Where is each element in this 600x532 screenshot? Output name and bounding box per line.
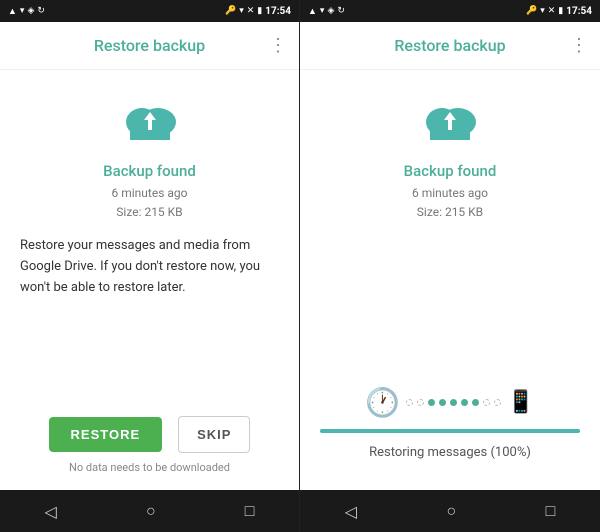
right-sync-icon: ↻: [337, 6, 345, 16]
dot-1: [406, 399, 413, 406]
restoring-label: Restoring messages (100%): [369, 445, 531, 460]
no-download-note: No data needs to be downloaded: [69, 461, 230, 474]
left-menu-icon[interactable]: ⋮: [269, 35, 287, 56]
right-time: 17:54: [566, 6, 592, 17]
right-menu-icon[interactable]: ⋮: [570, 35, 588, 56]
left-recent-icon[interactable]: □: [245, 501, 255, 521]
action-buttons: RESTORE SKIP: [49, 416, 251, 453]
progress-bar-fill: [320, 429, 580, 433]
right-phone-screen: ▲ ▾ ◈ ↻ 🔑 ▾ ✕ ▮ 17:54 Restore backup ⋮: [300, 0, 600, 532]
right-backup-size: Size: 215 KB: [412, 203, 488, 222]
left-status-icons: ▲ ▾ ◈ ↻: [8, 6, 221, 17]
progress-bar-wrap: [320, 429, 580, 433]
skip-button[interactable]: SKIP: [178, 416, 250, 453]
battery-icon: ▮: [257, 6, 262, 16]
cloud-upload-svg: [122, 98, 178, 146]
dot-3: [428, 399, 435, 406]
right-recent-icon[interactable]: □: [546, 501, 556, 521]
left-app-title: Restore backup: [16, 36, 283, 55]
dot-7: [472, 399, 479, 406]
right-signal-icon: ▲: [308, 6, 317, 17]
right-cloud-upload-svg: [422, 98, 478, 146]
right-backup-meta: 6 minutes ago Size: 215 KB: [412, 184, 488, 222]
right-backup-time: 6 minutes ago: [412, 184, 488, 203]
cloud-icon-wrap: [118, 90, 182, 154]
left-description: Restore your messages and media from Goo…: [20, 236, 279, 298]
dot-2: [417, 399, 424, 406]
right-no-sim-icon: ✕: [548, 6, 556, 16]
right-content-top: Backup found 6 minutes ago Size: 215 KB: [300, 70, 600, 280]
left-backup-meta: 6 minutes ago Size: 215 KB: [112, 184, 188, 222]
sync-icon: ↻: [37, 6, 45, 16]
left-home-icon[interactable]: ○: [146, 501, 156, 521]
lock-icon: 🔑: [225, 6, 236, 16]
right-app-bar: Restore backup ⋮: [300, 22, 600, 70]
right-lock-icon: 🔑: [526, 6, 537, 16]
right-wifi-icon: ▾: [320, 6, 325, 16]
right-status-icons-left: ▲ ▾ ◈ ↻: [308, 6, 522, 17]
left-time: 17:54: [265, 6, 291, 17]
left-app-bar: Restore backup ⋮: [0, 22, 299, 70]
left-status-bar: ▲ ▾ ◈ ↻ 🔑 ▾ ✕ ▮ 17:54: [0, 0, 299, 22]
left-backup-found: Backup found: [103, 162, 196, 180]
dot-9: [494, 399, 501, 406]
right-battery-icon: ▮: [558, 6, 563, 16]
dot-6: [461, 399, 468, 406]
dot-4: [439, 399, 446, 406]
right-wifi-signal-icon: ▾: [540, 6, 545, 16]
right-location-icon: ◈: [327, 6, 334, 16]
right-home-icon[interactable]: ○: [446, 501, 456, 521]
left-back-icon[interactable]: ◁: [45, 502, 57, 521]
no-sim-icon: ✕: [247, 6, 255, 16]
signal-icon: ▲: [8, 6, 17, 17]
right-status-icons: 🔑 ▾ ✕ ▮ 17:54: [225, 6, 291, 17]
progress-visual: 🕐 📱: [320, 386, 580, 419]
right-app-title: Restore backup: [316, 36, 584, 55]
wifi-signal-icon: ▾: [239, 6, 244, 16]
wifi-icon: ▾: [20, 6, 25, 16]
location-icon: ◈: [27, 6, 34, 16]
right-cloud-icon-wrap: [418, 90, 482, 154]
right-progress-section: 🕐 📱 Rest: [300, 280, 600, 490]
progress-dots: [406, 399, 501, 406]
right-backup-found: Backup found: [404, 162, 497, 180]
left-content: Backup found 6 minutes ago Size: 215 KB …: [0, 70, 299, 406]
dot-5: [450, 399, 457, 406]
right-status-icons-right: 🔑 ▾ ✕ ▮ 17:54: [526, 6, 592, 17]
right-status-bar: ▲ ▾ ◈ ↻ 🔑 ▾ ✕ ▮ 17:54: [300, 0, 600, 22]
right-back-icon[interactable]: ◁: [345, 502, 357, 521]
left-backup-time: 6 minutes ago: [112, 184, 188, 203]
dot-8: [483, 399, 490, 406]
left-nav-bar: ◁ ○ □: [0, 490, 299, 532]
history-icon: 🕐: [365, 386, 400, 419]
restore-button[interactable]: RESTORE: [49, 417, 163, 452]
phone-icon: 📱: [507, 390, 534, 415]
left-phone-screen: ▲ ▾ ◈ ↻ 🔑 ▾ ✕ ▮ 17:54 Restore backup ⋮: [0, 0, 300, 532]
right-nav-bar: ◁ ○ □: [300, 490, 600, 532]
left-backup-size: Size: 215 KB: [112, 203, 188, 222]
left-screen-bottom: RESTORE SKIP No data needs to be downloa…: [0, 406, 299, 490]
